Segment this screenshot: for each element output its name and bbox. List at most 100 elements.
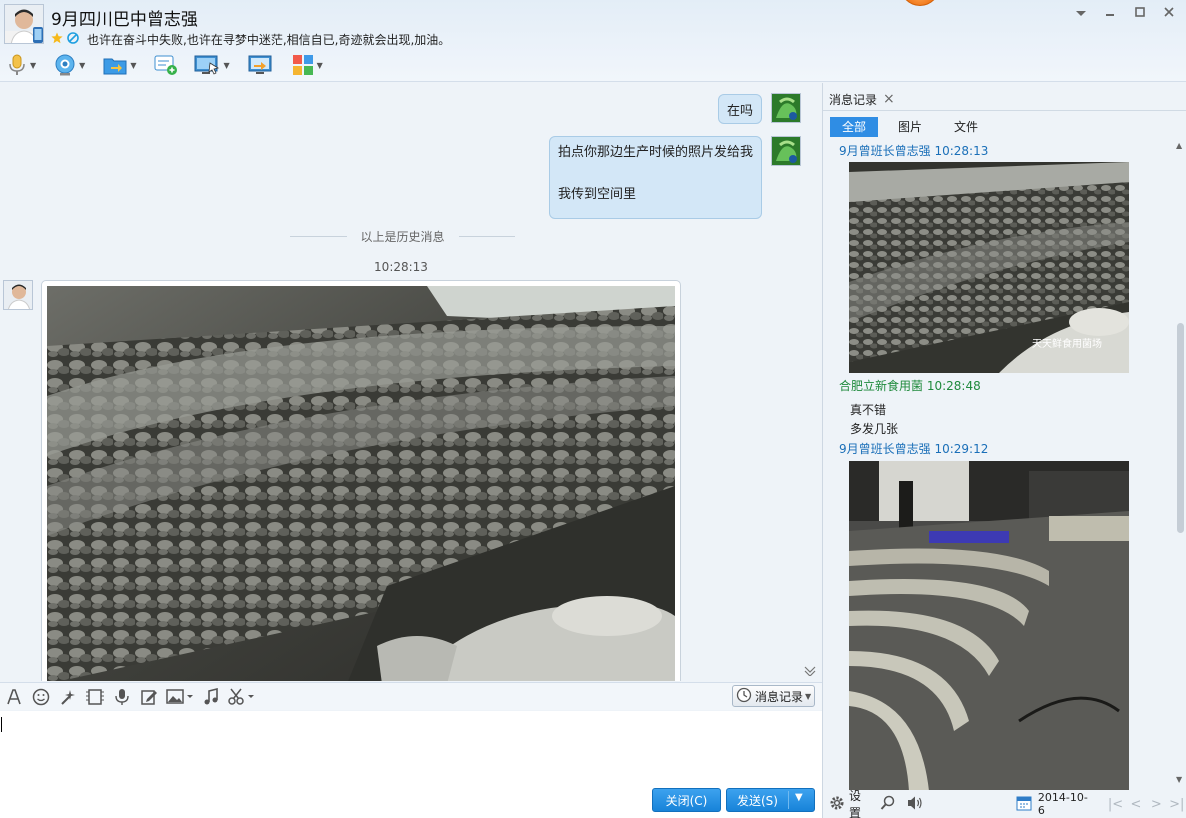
tab-message-history[interactable]: 消息记录 × — [829, 89, 895, 109]
edit-note-icon[interactable] — [138, 686, 160, 708]
message-timestamp: 10:28:13 — [374, 260, 428, 274]
qzone-icon[interactable] — [67, 31, 79, 47]
star-icon — [51, 32, 63, 47]
chat-toolbar: ▼ ▼ ▼ ▼ ▼ — [0, 51, 326, 79]
minimize-icon[interactable] — [1098, 4, 1122, 24]
magic-wand-icon[interactable] — [57, 686, 79, 708]
contact-name[interactable]: 9月四川巴中曾志强 — [51, 5, 198, 30]
gear-icon — [829, 795, 845, 814]
search-icon[interactable] — [880, 795, 896, 814]
apps-grid-icon — [292, 54, 314, 76]
webcam-icon — [54, 54, 76, 76]
history-message-text: 多发几张 — [850, 422, 899, 436]
voice-call-button[interactable]: ▼ — [4, 52, 39, 78]
message-list[interactable]: 在吗 拍点你那边生产时候的照片发给我 我传到空间里 以上是历史消息 10:28:… — [0, 83, 822, 681]
scroll-down-icon[interactable] — [803, 666, 817, 678]
microphone-icon — [7, 54, 27, 76]
add-chat-icon — [154, 54, 178, 76]
maximize-icon[interactable] — [1128, 4, 1152, 24]
create-discussion-button[interactable] — [151, 52, 181, 78]
video-call-button[interactable]: ▼ — [51, 52, 88, 78]
status-orb-icon — [900, 0, 940, 6]
history-scrollbar[interactable]: ▲ ▼ — [1175, 141, 1185, 791]
message-text: 在吗 — [726, 103, 753, 119]
screen-share-icon — [248, 54, 274, 76]
image-watermark: 天天鲜食用菌场 — [1032, 339, 1102, 350]
chevron-down-icon[interactable]: ▼ — [317, 61, 323, 70]
mushroom-photo[interactable] — [47, 286, 675, 681]
close-tab-icon[interactable]: × — [883, 91, 895, 107]
message-history-panel: 消息记录 × 全部 图片 文件 9月曾班长曾志强 10:28:13 天天鲜食用菌… — [822, 83, 1186, 818]
chevron-down-icon[interactable]: ▼ — [79, 61, 85, 70]
send-options-chevron-icon[interactable]: ▼ — [795, 792, 803, 803]
chevron-down-icon[interactable]: ▼ — [130, 61, 136, 70]
settings-label: 设置 — [849, 789, 862, 818]
send-file-button[interactable]: ▼ — [100, 52, 139, 78]
close-icon[interactable] — [1157, 4, 1181, 24]
folder-transfer-icon — [103, 55, 127, 75]
filter-files[interactable]: 文件 — [942, 117, 990, 137]
message-history-label: 消息记录 — [755, 689, 804, 704]
close-button[interactable]: 关闭(C) — [652, 788, 721, 812]
chevron-down-icon[interactable]: ▼ — [30, 61, 36, 70]
dropdown-menu-icon[interactable] — [1069, 4, 1093, 24]
date-label: 2014-10-6 — [1037, 791, 1088, 817]
history-image[interactable]: 天天鲜食用菌场 — [849, 162, 1129, 373]
calendar-icon — [1016, 795, 1032, 814]
history-image[interactable] — [849, 461, 1129, 791]
scissors-icon[interactable] — [227, 686, 257, 708]
text-caret — [1, 717, 2, 732]
history-sender: 合肥立新食用菌 10:28:48 — [839, 379, 981, 393]
share-screen-button[interactable] — [245, 52, 277, 78]
remote-assist-button[interactable]: ▼ — [191, 52, 232, 78]
date-picker[interactable]: 2014-10-6 — [1016, 791, 1089, 817]
message-text: 我传到空间里 — [558, 187, 637, 202]
apps-button[interactable]: ▼ — [289, 52, 326, 78]
self-avatar[interactable] — [771, 136, 801, 166]
scrollbar-thumb[interactable] — [1177, 323, 1184, 533]
message-bubble[interactable]: 拍点你那边生产时候的照片发给我 我传到空间里 — [549, 136, 762, 219]
scroll-up-arrow-icon[interactable]: ▲ — [1176, 141, 1182, 150]
history-footer: 设置 2014-10-6 |< < > >| — [823, 787, 1186, 818]
chevron-down-icon[interactable]: ▼ — [223, 61, 229, 70]
history-divider-text: 以上是历史消息 — [360, 229, 445, 244]
monitor-icon — [194, 54, 220, 76]
image-icon[interactable] — [165, 686, 195, 708]
previous-page-icon[interactable]: < — [1126, 797, 1146, 812]
input-toolbar — [0, 682, 822, 710]
self-avatar[interactable] — [771, 93, 801, 123]
music-icon[interactable] — [200, 686, 222, 708]
message-history-button[interactable]: 消息记录 ▼ — [732, 685, 815, 707]
send-button-label: 发送(S) — [737, 793, 778, 808]
send-button[interactable]: 发送(S) ▼ — [726, 788, 815, 812]
emoji-icon[interactable] — [30, 686, 52, 708]
clock-icon — [736, 687, 752, 706]
first-page-icon[interactable]: |< — [1105, 797, 1125, 812]
scroll-down-arrow-icon[interactable]: ▼ — [1176, 775, 1182, 784]
filter-all[interactable]: 全部 — [830, 117, 879, 137]
font-icon[interactable] — [3, 686, 25, 708]
settings-button[interactable]: 设置 — [829, 787, 870, 818]
message-bubble[interactable]: 在吗 — [718, 94, 762, 124]
filter-images[interactable]: 图片 — [886, 117, 934, 137]
contact-avatar-small[interactable] — [3, 280, 33, 310]
image-message[interactable] — [41, 280, 681, 681]
message-input[interactable] — [0, 711, 822, 787]
last-page-icon[interactable]: >| — [1167, 797, 1186, 812]
history-message-text: 真不错 — [850, 403, 887, 417]
title-bar: 9月四川巴中曾志强 也许在奋斗中失败,也许在寻梦中迷茫,相信自已,奇迹就会出现,… — [0, 0, 1186, 82]
history-sender: 9月曾班长曾志强 10:29:12 — [839, 442, 989, 456]
history-divider: 以上是历史消息 — [290, 228, 516, 244]
volume-icon[interactable] — [906, 795, 924, 814]
signature-text: 也许在奋斗中失败,也许在寻梦中迷茫,相信自已,奇迹就会出现,加油。 — [87, 32, 451, 47]
tab-label: 消息记录 — [829, 92, 878, 107]
tab-divider — [823, 110, 1186, 111]
chevron-down-icon: ▼ — [805, 691, 812, 701]
cropped-timestamp — [376, 83, 436, 85]
status-line: 也许在奋斗中失败,也许在寻梦中迷茫,相信自已,奇迹就会出现,加油。 — [51, 31, 450, 47]
history-filter-tabs: 全部 图片 文件 — [830, 117, 998, 137]
contact-avatar[interactable] — [4, 4, 44, 44]
next-page-icon[interactable]: > — [1146, 797, 1166, 812]
microphone-icon[interactable] — [111, 686, 133, 708]
video-clip-icon[interactable] — [84, 686, 106, 708]
